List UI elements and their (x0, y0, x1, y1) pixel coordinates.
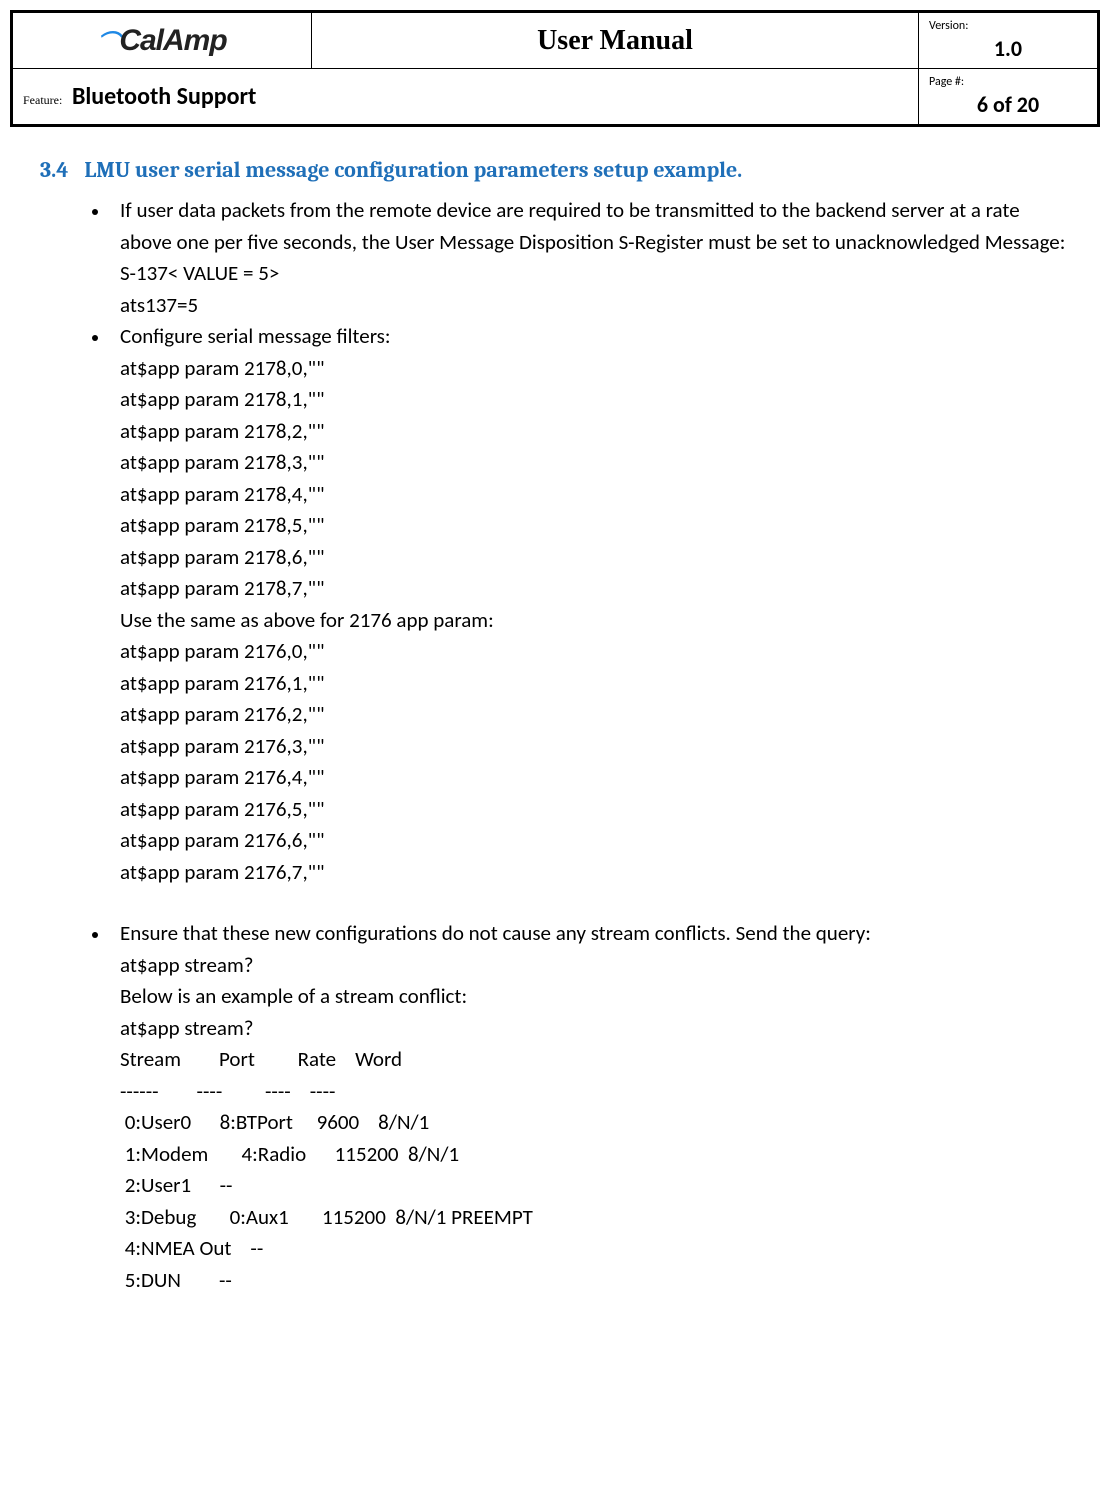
bullet-list: If user data packets from the remote dev… (40, 195, 1070, 888)
feature-cell: Feature: Bluetooth Support (12, 69, 919, 126)
page-value: 6 of 20 (929, 91, 1087, 118)
content-area: 3.4 LMU user serial message configuration… (10, 157, 1100, 1296)
logo-cell: ⌒CalAmp (12, 12, 312, 69)
code-line: at$app param 2176,5,"" (120, 794, 1070, 826)
feature-label: Feature: (23, 93, 62, 107)
document-header-table: ⌒CalAmp User Manual Version: 1.0 Feature… (10, 10, 1100, 127)
bullet-list-2: Ensure that these new configurations do … (40, 918, 1070, 1296)
code-line: ats137=5 (120, 290, 1070, 322)
code-line: at$app param 2176,7,"" (120, 857, 1070, 889)
code-line: Use the same as above for 2176 app param… (120, 605, 1070, 637)
code-line: at$app param 2178,1,"" (120, 384, 1070, 416)
code-line: at$app param 2176,3,"" (120, 731, 1070, 763)
version-value: 1.0 (929, 35, 1087, 62)
code-line: at$app param 2176,2,"" (120, 699, 1070, 731)
page-label: Page #: (929, 75, 964, 89)
list-item: Ensure that these new configurations do … (110, 918, 1070, 1296)
code-line: at$app param 2176,1,"" (120, 668, 1070, 700)
stream-table: Stream Port Rate Word ------ ---- ---- -… (120, 1044, 1070, 1296)
code-line: at$app stream? (120, 950, 1070, 982)
page-cell: Page #: 6 of 20 (919, 69, 1099, 126)
code-line: at$app param 2178,5,"" (120, 510, 1070, 542)
code-line: Below is an example of a stream conflict… (120, 981, 1070, 1013)
bullet-intro: Configure serial message filters: (120, 323, 391, 349)
section-title: LMU user serial message configuration pa… (84, 157, 742, 183)
code-line: at$app param 2178,0,"" (120, 353, 1070, 385)
code-line: at$app param 2178,7,"" (120, 573, 1070, 605)
code-line: at$app param 2178,2,"" (120, 416, 1070, 448)
list-item: Configure serial message filters: at$app… (110, 321, 1070, 888)
section-heading: 3.4 LMU user serial message configuration… (40, 157, 1070, 183)
feature-value: Bluetooth Support (72, 82, 256, 111)
code-line: at$app param 2176,4,"" (120, 762, 1070, 794)
code-line: at$app stream? (120, 1013, 1070, 1045)
version-label: Version: (929, 19, 968, 33)
version-cell: Version: 1.0 (919, 12, 1099, 69)
spacer (40, 888, 1070, 918)
code-line: S-137< VALUE = 5> (120, 258, 1070, 290)
document-title: User Manual (312, 12, 919, 69)
code-line: at$app param 2178,6,"" (120, 542, 1070, 574)
bullet-intro: If user data packets from the remote dev… (120, 197, 1065, 255)
section-number: 3.4 (40, 157, 68, 183)
code-line: at$app param 2176,6,"" (120, 825, 1070, 857)
list-item: If user data packets from the remote dev… (110, 195, 1070, 321)
logo-text: ⌒CalAmp (97, 24, 226, 57)
code-line: at$app param 2176,0,"" (120, 636, 1070, 668)
bullet-intro: Ensure that these new configurations do … (120, 920, 871, 946)
code-line: at$app param 2178,3,"" (120, 447, 1070, 479)
code-line: at$app param 2178,4,"" (120, 479, 1070, 511)
